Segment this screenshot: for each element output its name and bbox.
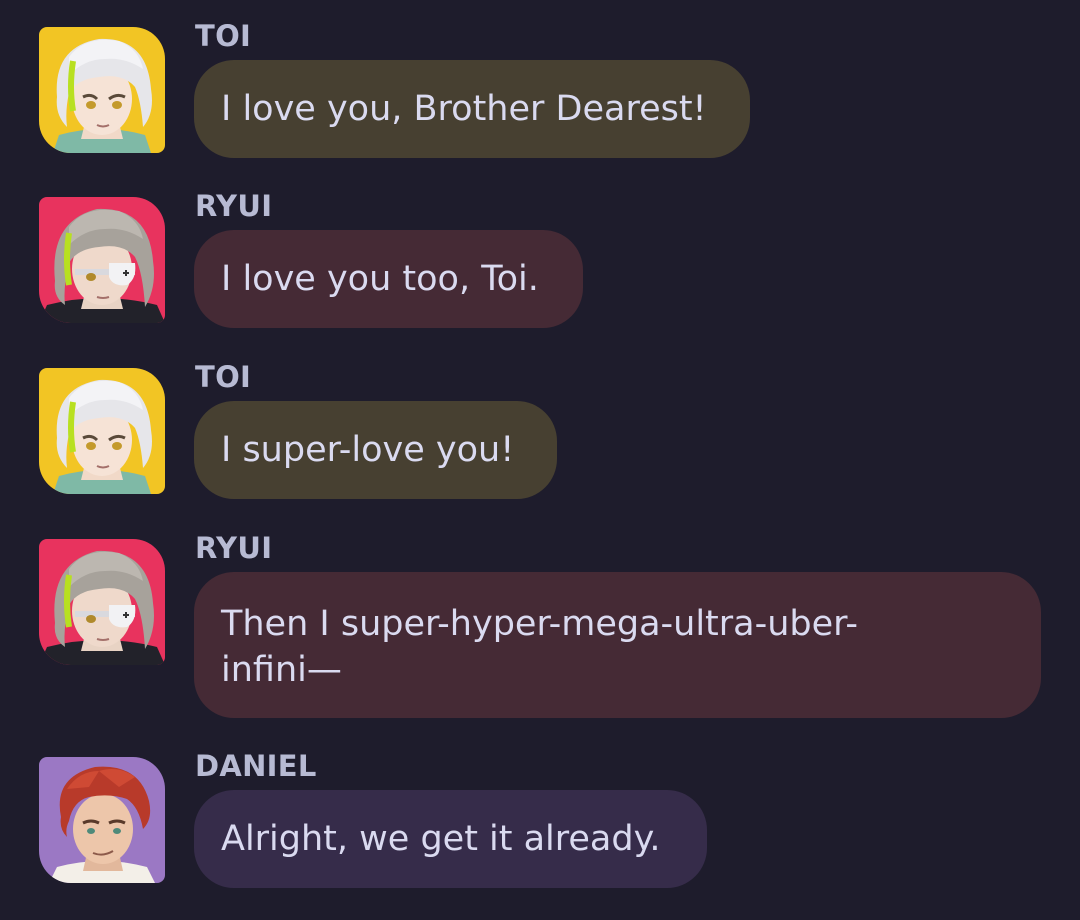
message-bubble[interactable]: I love you, Brother Dearest! — [194, 60, 750, 158]
daniel-portrait-icon — [39, 757, 165, 883]
sender-name: DANIEL — [195, 749, 317, 783]
toi-portrait-icon — [39, 368, 165, 494]
sender-name: RYUI — [195, 531, 273, 565]
message-text: I love you too, Toi. — [221, 259, 539, 299]
sender-name: RYUI — [195, 189, 273, 223]
ryui-portrait-icon — [39, 539, 165, 665]
chat-log: TOI I love you, Brother Dearest! RYUI I … — [0, 0, 1080, 920]
sender-name: TOI — [195, 360, 252, 394]
message-text: Then I super-hyper-mega-ultra-uber-infin… — [221, 604, 858, 690]
toi-avatar[interactable] — [39, 368, 165, 494]
ryui-avatar[interactable] — [39, 539, 165, 665]
message-text: I super-love you! — [221, 430, 515, 470]
toi-portrait-icon — [39, 27, 165, 153]
message-text: Alright, we get it already. — [221, 819, 661, 859]
message-bubble[interactable]: Then I super-hyper-mega-ultra-uber-infin… — [194, 572, 1041, 718]
daniel-avatar[interactable] — [39, 757, 165, 883]
toi-avatar[interactable] — [39, 27, 165, 153]
message-bubble[interactable]: Alright, we get it already. — [194, 790, 707, 888]
ryui-avatar[interactable] — [39, 197, 165, 323]
message-bubble[interactable]: I super-love you! — [194, 401, 557, 499]
sender-name: TOI — [195, 19, 252, 53]
message-bubble[interactable]: I love you too, Toi. — [194, 230, 583, 328]
ryui-portrait-icon — [39, 197, 165, 323]
message-text: I love you, Brother Dearest! — [221, 89, 707, 129]
